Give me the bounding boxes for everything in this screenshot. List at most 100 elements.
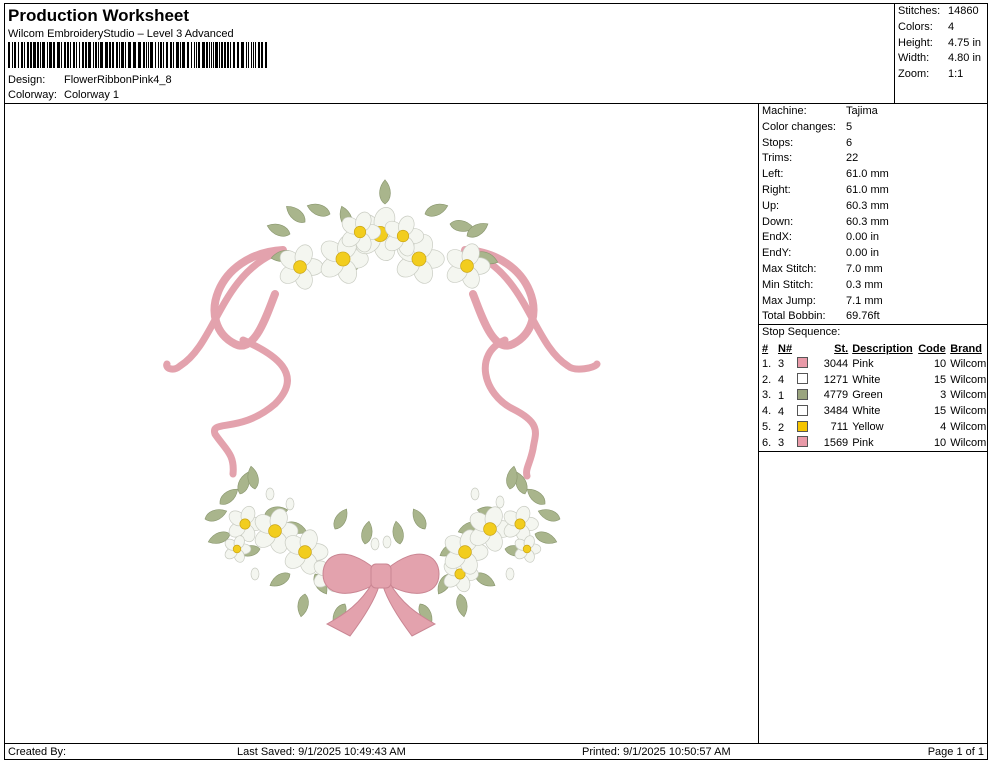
barcode-bar <box>182 42 185 68</box>
machine-info-value: 61.0 mm <box>846 184 889 196</box>
machine-info-value: 0.00 in <box>846 231 880 244</box>
barcode-bar <box>121 42 124 68</box>
barcode-bar <box>116 42 118 68</box>
row-description: White <box>852 373 881 386</box>
flower-center <box>293 260 307 274</box>
barcode-bar <box>237 42 239 68</box>
barcode-bar <box>14 42 16 68</box>
leaf <box>379 179 391 205</box>
barcode-bar <box>202 42 205 68</box>
leaf <box>202 505 229 525</box>
flower-center <box>298 545 312 559</box>
flower-center <box>239 518 251 530</box>
col-brand: Brand <box>950 342 982 355</box>
barcode-bar <box>255 42 256 68</box>
barcode-bar <box>47 42 48 68</box>
barcode-bar <box>40 42 41 68</box>
machine-info-label: Machine: <box>762 105 807 117</box>
summary-label: Width: <box>898 52 930 65</box>
footer-printed: Printed: 9/1/2025 10:50:57 AM <box>582 746 731 758</box>
machine-info-label: Left: <box>762 168 784 181</box>
barcode-bar <box>198 42 200 68</box>
barcode-bar <box>61 42 62 68</box>
row-brand: Wilcom <box>950 373 987 386</box>
flower-center <box>396 229 410 243</box>
row-stitches: 1271 <box>823 373 849 386</box>
barcode-bar <box>57 42 60 68</box>
embroidery-design <box>163 179 601 637</box>
flower-bud <box>505 567 515 581</box>
barcode-bar <box>227 42 229 68</box>
barcode-bar <box>166 42 168 68</box>
machine-info-value: 0.00 in <box>846 247 880 260</box>
design-canvas <box>5 104 758 744</box>
barcode-bar <box>49 42 52 68</box>
bow-part <box>386 553 440 594</box>
barcode-bar <box>194 42 195 68</box>
leaf <box>295 592 311 619</box>
barcode-bar <box>148 42 149 68</box>
leaf <box>454 592 470 619</box>
footer-divider <box>4 743 988 744</box>
barcode-bar <box>206 42 208 68</box>
leaf <box>266 569 294 591</box>
machine-info-value: 61.0 mm <box>846 168 889 181</box>
barcode-bar <box>160 42 162 68</box>
barcode-bar <box>261 42 263 68</box>
stop-sequence-row: 3. 1 4779 Green 3 Wilcom <box>760 388 988 404</box>
machine-info-label: Stops: <box>762 136 794 149</box>
barcode-bar <box>37 42 39 68</box>
barcode-bar <box>248 42 249 68</box>
barcode-bar <box>73 42 75 68</box>
software-name: Wilcom EmbroideryStudio – Level 3 Advanc… <box>8 28 234 40</box>
machine-info-value: 7.1 mm <box>846 294 883 307</box>
barcode-bar <box>30 42 32 68</box>
info-panel-divider <box>758 103 759 744</box>
flower-center <box>268 524 282 538</box>
machine-info-label: Up: <box>762 199 780 212</box>
summary-label: Colors: <box>898 20 933 33</box>
barcode-bar <box>93 42 94 68</box>
ribbon-bow <box>322 553 440 637</box>
row-index: 3. <box>762 389 772 402</box>
barcode-bar <box>82 42 84 68</box>
needle-number: 4 <box>778 374 785 387</box>
leaf <box>536 505 563 525</box>
barcode-bar <box>8 42 10 68</box>
leaf <box>330 505 352 533</box>
row-brand: Wilcom <box>950 436 987 449</box>
flower-center <box>483 522 497 536</box>
row-description: Yellow <box>852 421 884 434</box>
barcode-bar <box>18 42 19 68</box>
leaf <box>422 200 451 220</box>
barcode-bar <box>163 42 164 68</box>
barcode-bar <box>143 42 145 68</box>
barcode-bar <box>221 42 223 68</box>
barcode-bar <box>213 42 214 68</box>
flower-bud <box>370 537 380 551</box>
row-index: 1. <box>762 357 772 370</box>
summary-label: Zoom: <box>898 68 930 81</box>
row-stitches: 3044 <box>823 357 849 370</box>
color-swatch <box>797 373 809 385</box>
machine-info-value: Tajima <box>846 105 878 117</box>
machine-info-label: EndY: <box>762 247 792 260</box>
row-needle: 4 <box>776 372 810 388</box>
machine-info-label: Max Stitch: <box>762 263 817 275</box>
barcode-bar <box>180 42 181 68</box>
barcode-bar <box>138 42 141 68</box>
leaf <box>264 220 293 240</box>
barcode-bar <box>230 42 231 68</box>
barcode-bar <box>158 42 159 68</box>
barcode-bar <box>53 42 55 68</box>
barcode-bar <box>67 42 69 68</box>
row-stitches: 3484 <box>823 405 849 418</box>
row-index: 5. <box>762 421 772 434</box>
flower-center <box>458 545 472 559</box>
barcode-bar <box>173 42 174 68</box>
flower-bud <box>382 535 392 549</box>
design-value: FlowerRibbonPink4_8 <box>64 74 172 86</box>
barcode-bar <box>233 42 235 68</box>
machine-info-label: Total Bobbin: <box>762 310 826 323</box>
row-stitches: 4779 <box>823 389 849 402</box>
